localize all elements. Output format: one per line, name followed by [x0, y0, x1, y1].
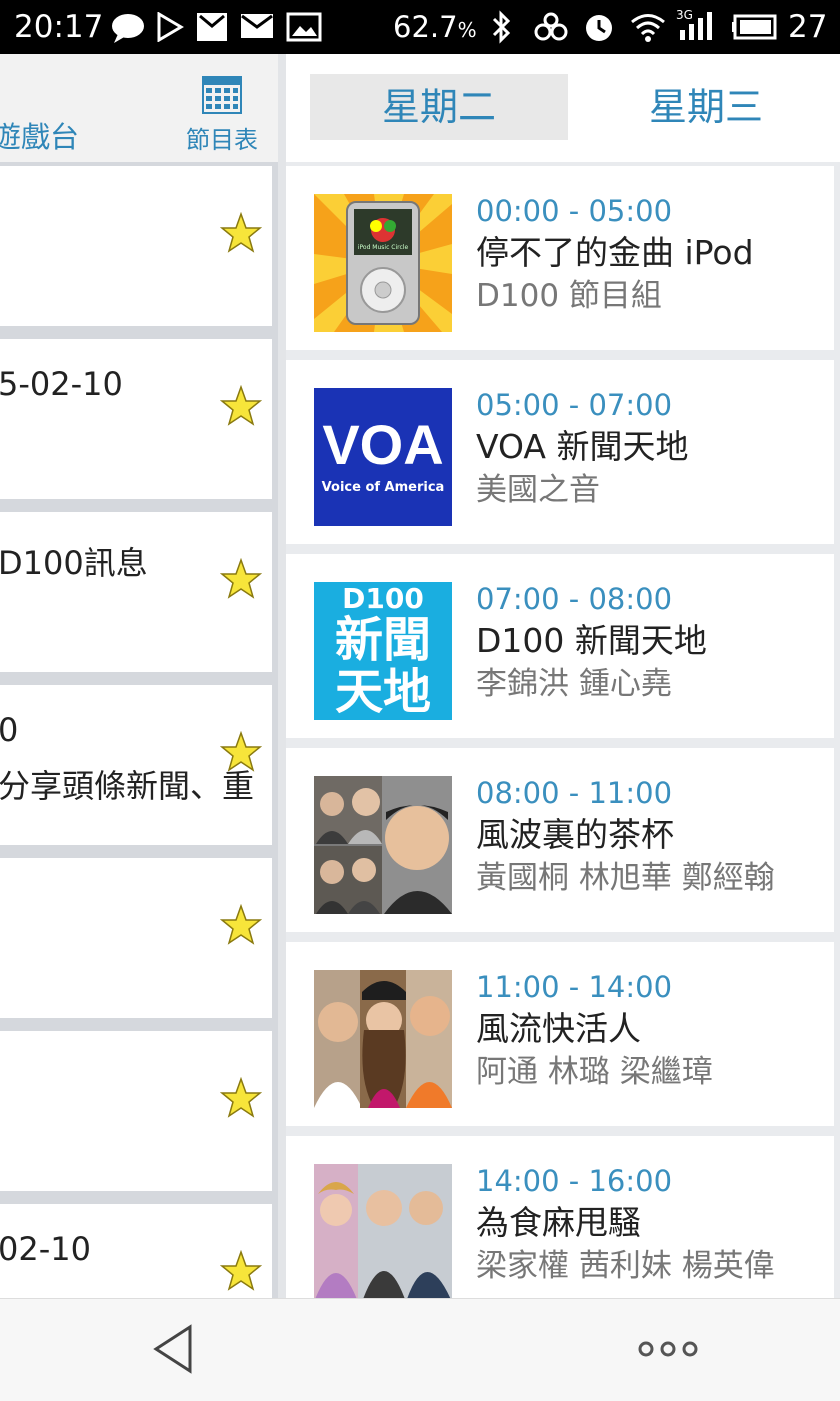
- right-pane: 星期二 星期三 iPod Music Circle 00:00 - 05:00 …: [286, 54, 840, 1298]
- schedule-label: 節目表: [186, 126, 258, 154]
- program-item[interactable]: 08:00 - 11:00 風波裏的茶杯 黃國桐 林旭華 鄭經翰: [286, 748, 834, 932]
- channel-label[interactable]: 遊戲台: [0, 114, 79, 156]
- d100-logo-line2: 天地: [334, 664, 431, 720]
- tab-tuesday[interactable]: 星期二: [310, 74, 568, 140]
- program-item[interactable]: 14:00 - 16:00 為食麻甩騷 梁家權 茜利妹 楊英偉: [286, 1136, 834, 1298]
- left-pane: 遊戲台 節目表 5-02-10 D100訊息 0 分享頭條新聞、重 02-10: [0, 54, 278, 1298]
- program-title: VOA 新聞天地: [476, 427, 689, 466]
- hosts-photo: [314, 1164, 452, 1298]
- more-options-icon[interactable]: [636, 1335, 700, 1363]
- left-list-item[interactable]: 5-02-10: [0, 339, 272, 499]
- left-list-item[interactable]: D100訊息: [0, 512, 272, 672]
- signal-icon: 3G: [676, 8, 720, 46]
- program-time: 08:00 - 11:00: [476, 776, 673, 810]
- status-bar: 20:17 62.7% 3G 27: [0, 0, 840, 54]
- program-host: 黃國桐 林旭華 鄭經翰: [476, 860, 775, 896]
- battery-percent-value: 62.7: [393, 10, 458, 44]
- program-item[interactable]: D100 新聞 天地 07:00 - 08:00 D100 新聞天地 李錦洪 鍾…: [286, 554, 834, 738]
- battery-level: 27: [788, 9, 828, 45]
- program-item[interactable]: 11:00 - 14:00 風流快活人 阿通 林璐 梁繼璋: [286, 942, 834, 1126]
- day-tabs: 星期二 星期三: [286, 54, 840, 162]
- navigation-bar: [0, 1298, 840, 1401]
- program-title: D100 新聞天地: [476, 621, 707, 660]
- left-item-text: 5-02-10: [0, 365, 123, 403]
- alarm-icon: [582, 10, 616, 48]
- program-time: 05:00 - 07:00: [476, 388, 673, 422]
- d100-logo-line1: 新聞: [334, 612, 431, 668]
- link-icon: [534, 12, 568, 46]
- program-host: 梁家權 茜利妹 楊英偉: [476, 1248, 775, 1284]
- voa-name: Voice of America: [321, 480, 445, 495]
- program-host: 美國之音: [476, 472, 600, 508]
- program-time: 14:00 - 16:00: [476, 1164, 673, 1198]
- program-title: 為食麻甩騷: [476, 1203, 641, 1242]
- program-item[interactable]: VOA Voice of America 05:00 - 07:00 VOA 新…: [286, 360, 834, 544]
- battery-percent-text: 62.7%: [393, 8, 477, 49]
- program-title: 風波裏的茶杯: [476, 815, 674, 854]
- schedule-button[interactable]: 節目表: [176, 76, 268, 156]
- wifi-icon: [630, 12, 666, 46]
- voa-mark: VOA: [322, 413, 444, 476]
- gallery-icon: [286, 12, 322, 46]
- left-header: 遊戲台 節目表: [0, 54, 278, 162]
- percent-sign: %: [457, 18, 477, 42]
- battery-icon: [732, 14, 780, 44]
- favorite-star-icon[interactable]: [219, 557, 263, 600]
- hosts-photo: [314, 776, 452, 914]
- favorite-star-icon[interactable]: [219, 384, 263, 427]
- pane-divider[interactable]: [278, 54, 286, 1298]
- left-item-subtext: 分享頭條新聞、重: [0, 767, 255, 805]
- mail-icon: [240, 12, 274, 44]
- play-store-icon: [156, 11, 184, 46]
- back-icon[interactable]: [148, 1323, 200, 1375]
- inbox-icon: [196, 12, 228, 46]
- hosts-photo: [314, 970, 452, 1108]
- program-host: D100 節目組: [476, 278, 662, 314]
- left-item-text: 02-10: [0, 1230, 91, 1268]
- favorite-star-icon[interactable]: [219, 1249, 263, 1292]
- left-list-item[interactable]: [0, 166, 272, 326]
- program-host: 李錦洪 鍾心堯: [476, 666, 672, 702]
- left-item-text: 0: [0, 711, 19, 749]
- favorite-star-icon[interactable]: [219, 903, 263, 946]
- program-host: 阿通 林璐 梁繼璋: [476, 1054, 713, 1090]
- d100-logo-top: D100: [342, 582, 424, 615]
- left-list-item[interactable]: 0 分享頭條新聞、重: [0, 685, 272, 845]
- favorite-star-icon[interactable]: [219, 211, 263, 254]
- network-type: 3G: [676, 8, 693, 22]
- program-title: 風流快活人: [476, 1009, 641, 1048]
- favorite-star-icon[interactable]: [219, 1076, 263, 1119]
- chat-bubble-icon: [110, 12, 146, 48]
- favorite-star-icon[interactable]: [219, 730, 263, 773]
- tab-wednesday[interactable]: 星期三: [586, 74, 826, 140]
- d100-news-logo: D100 新聞 天地: [314, 582, 452, 720]
- ipod-logo-text: iPod Music Circle: [357, 244, 409, 251]
- program-time: 11:00 - 14:00: [476, 970, 673, 1004]
- program-time: 07:00 - 08:00: [476, 582, 673, 616]
- ipod-thumbnail: iPod Music Circle: [314, 194, 452, 332]
- clock: 20:17: [14, 9, 104, 45]
- left-list-item[interactable]: [0, 858, 272, 1018]
- left-item-text: D100訊息: [0, 544, 148, 582]
- program-time: 00:00 - 05:00: [476, 194, 673, 228]
- program-title: 停不了的金曲 iPod: [476, 233, 754, 272]
- program-item[interactable]: iPod Music Circle 00:00 - 05:00 停不了的金曲 i…: [286, 166, 834, 350]
- voa-logo: VOA Voice of America: [314, 388, 452, 526]
- calendar-icon: [202, 76, 242, 118]
- left-list-item[interactable]: 02-10: [0, 1204, 272, 1298]
- bluetooth-icon: [490, 10, 514, 48]
- left-list-item[interactable]: [0, 1031, 272, 1191]
